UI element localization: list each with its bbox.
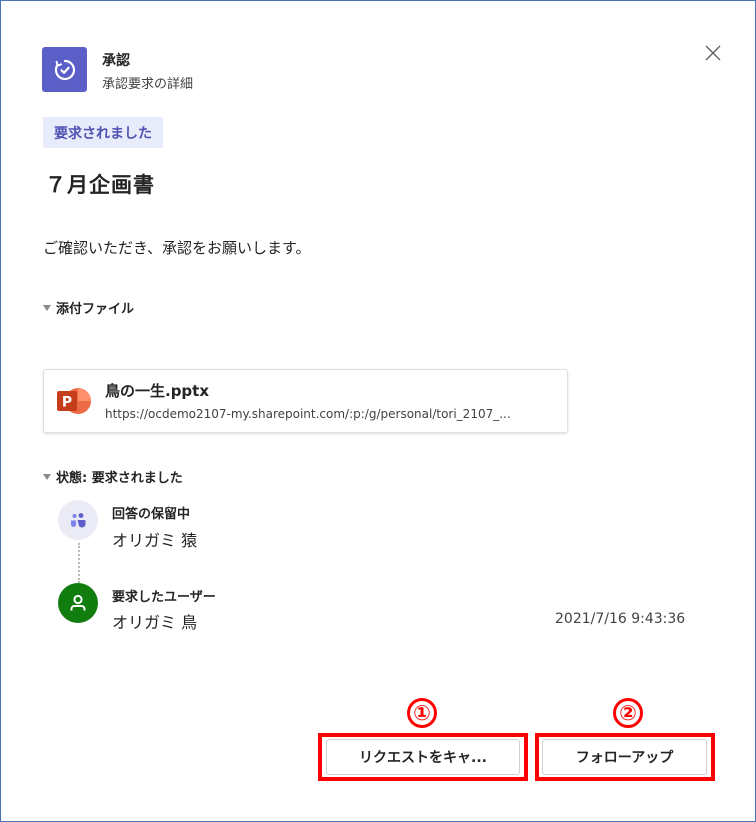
approval-details-dialog: 承認 承認要求の詳細 要求されました ７月企画書 ご確認いただき、承認をお願いし… [0, 0, 756, 822]
annotation-highlight-1 [318, 733, 528, 781]
app-subtitle: 承認要求の詳細 [102, 77, 194, 92]
close-icon [705, 45, 721, 61]
chevron-down-icon [43, 474, 51, 480]
annotation-highlight-2 [535, 733, 715, 781]
timeline-requester-time: 2021/7/16 9:43:36 [555, 611, 686, 627]
timeline-requester-name: オリガミ 鳥 [112, 613, 198, 632]
annotation-marker-2: ② [613, 698, 643, 728]
person-icon [58, 583, 98, 623]
request-title: ７月企画書 [45, 173, 155, 197]
powerpoint-icon: P [56, 384, 92, 418]
status-toggle[interactable]: 状態: 要求されました [43, 467, 183, 486]
timeline-requester-label: 要求したユーザー [112, 590, 216, 605]
file-url: https://ocdemo2107-my.sharepoint.com/:p:… [105, 407, 511, 421]
status-badge: 要求されました [43, 117, 163, 148]
status-label: 状態: 要求されました [56, 471, 183, 486]
attachments-label: 添付ファイル [56, 302, 135, 317]
chevron-down-icon [43, 305, 51, 311]
attachments-toggle[interactable]: 添付ファイル [43, 298, 134, 317]
annotation-marker-1: ① [407, 698, 437, 728]
timeline-pending-label: 回答の保留中 [112, 507, 191, 522]
attachment-card[interactable]: P 鳥の一生.pptx https://ocdemo2107-my.sharep… [43, 369, 568, 433]
timeline-pending-name: オリガミ 猿 [112, 531, 198, 550]
teams-people-icon [58, 500, 98, 540]
approvals-icon [42, 47, 87, 92]
app-name: 承認 [102, 53, 130, 69]
close-button[interactable] [701, 41, 725, 65]
svg-text:P: P [62, 395, 72, 411]
file-name: 鳥の一生.pptx [105, 382, 210, 400]
timeline-connector [78, 543, 80, 583]
request-message: ご確認いただき、承認をお願いします。 [43, 239, 311, 257]
